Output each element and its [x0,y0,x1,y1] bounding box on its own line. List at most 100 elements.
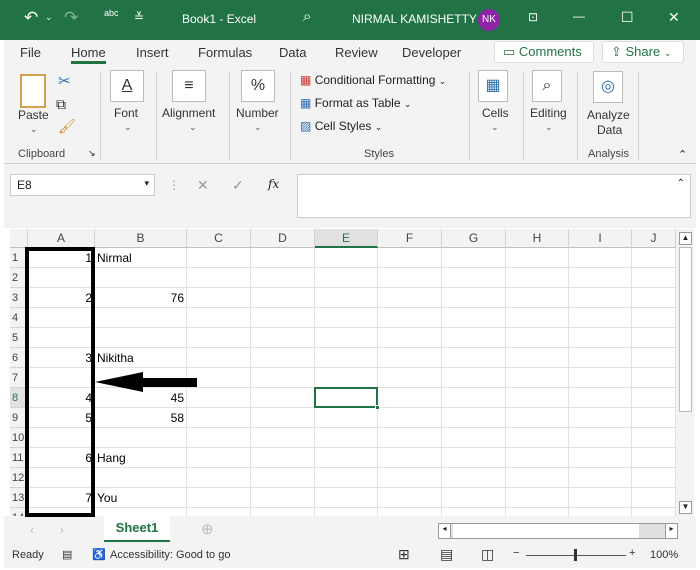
spelling-icon[interactable]: abc [104,8,119,18]
copy-icon[interactable]: ⧉ [56,96,66,113]
format-as-table-button[interactable]: ▦ Format as Table ⌄ [300,96,411,110]
cell-styles-label: Cell Styles [314,119,372,133]
cell-b3[interactable]: 76 [95,288,184,308]
accessibility-status[interactable]: Accessibility: Good to go [110,549,230,561]
scroll-up-icon[interactable]: ▲ [679,232,692,245]
column-header-e[interactable]: E [315,229,378,248]
cut-icon[interactable]: ✂ [58,72,71,90]
number-button[interactable]: Number [236,106,279,120]
cell-b6[interactable]: Nikitha [97,348,134,368]
cell-b11[interactable]: Hang [97,448,126,468]
dialog-launcher-icon[interactable]: ↘ [88,148,96,159]
fill-handle[interactable] [375,405,380,410]
share-button[interactable]: ⇪ Share ⌄ [602,41,684,63]
zoom-out-icon[interactable]: − [513,547,519,559]
title-bar: ↶ ⌄ ↷ abc ≚ Book1 - Excel ⌕ NIRMAL KAMIS… [0,0,700,40]
page-break-preview-icon[interactable]: ◫ [481,546,494,563]
column-header-b[interactable]: B [95,229,187,248]
macro-recording-icon[interactable]: ▤ [62,548,72,561]
column-header-g[interactable]: G [442,229,506,248]
column-header-c[interactable]: C [187,229,251,248]
alignment-button[interactable]: Alignment [162,106,215,120]
column-header-f[interactable]: F [378,229,442,248]
customize-qat-icon[interactable]: ≚ [134,10,144,24]
chevron-down-icon[interactable]: ▾ [144,178,149,189]
prev-sheet-icon[interactable]: ‹ [30,523,34,537]
redo-icon[interactable]: ↷ [64,8,78,28]
normal-view-icon[interactable]: ⊞ [398,546,410,563]
tab-insert[interactable]: Insert [136,45,169,60]
add-sheet-icon[interactable]: ⊕ [201,520,214,538]
font-button[interactable]: Font [114,106,138,120]
ribbon-display-icon[interactable]: ⊡ [528,10,538,24]
column-header-h[interactable]: H [506,229,569,248]
chevron-down-icon: ⌄ [254,122,262,132]
column-header-j[interactable]: J [632,229,676,248]
selected-cell-e8[interactable] [314,387,378,408]
collapse-ribbon-icon[interactable]: ⌃ [678,148,687,161]
cells-button[interactable]: Cells [482,106,509,120]
column-header-a[interactable]: A [28,229,95,248]
format-as-table-label: Format as Table [314,96,401,110]
horizontal-scroll-thumb[interactable] [453,524,639,538]
analyze-data-icon: ◎ [593,71,623,103]
cancel-icon[interactable]: ✕ [197,177,209,194]
horizontal-scrollbar[interactable]: ◂ ▸ [438,523,678,539]
status-ready: Ready [12,549,44,561]
page-layout-icon[interactable]: ▤ [440,546,453,563]
enter-icon[interactable]: ✓ [232,177,244,194]
sheet-tab-sheet1[interactable]: Sheet1 [104,516,170,542]
scroll-left-icon[interactable]: ◂ [439,524,451,538]
group-analysis: Analysis [588,148,629,160]
tab-developer[interactable]: Developer [402,45,461,60]
undo-icon[interactable]: ↶ [24,8,38,28]
name-box[interactable]: E8 ▾ [10,174,155,196]
paste-button[interactable]: Paste [18,108,49,122]
tab-data[interactable]: Data [279,45,306,60]
divider [229,72,230,160]
tab-file[interactable]: File [20,45,41,60]
column-header-d[interactable]: D [251,229,315,248]
zoom-in-icon[interactable]: + [629,547,635,559]
vertical-scrollbar[interactable]: ▲ ▼ [676,229,694,516]
format-painter-icon[interactable]: 🖌 [58,118,76,135]
cell-b1[interactable]: Nirmal [97,248,132,268]
tab-home[interactable]: Home [71,45,106,64]
search-icon[interactable]: ⌕ [303,8,311,25]
alignment-icon: ≡ [172,70,206,102]
maximize-icon[interactable]: ☐ [621,9,634,26]
tab-review[interactable]: Review [335,45,378,60]
cell-b13[interactable]: You [97,488,117,508]
zoom-slider-thumb[interactable] [574,549,577,561]
tab-formulas[interactable]: Formulas [198,45,252,60]
avatar[interactable]: NK [478,9,500,31]
analyze-data-button[interactable]: Analyze [587,108,630,122]
conditional-formatting-label: Conditional Formatting [314,73,436,87]
more-icon: ⋮ [168,178,180,192]
gridline [505,248,506,516]
select-all-corner[interactable] [10,229,28,248]
minimize-icon[interactable]: — [573,9,585,23]
close-icon[interactable]: ✕ [668,9,680,26]
chevron-down-icon[interactable]: ⌄ [30,124,38,135]
comments-button[interactable]: ▭ Comments [494,41,594,63]
cell-styles-button[interactable]: ▨ Cell Styles ⌄ [300,119,382,133]
insert-function-button[interactable]: fx [268,177,279,191]
scroll-down-icon[interactable]: ▼ [679,501,692,514]
column-header-i[interactable]: I [569,229,632,248]
paste-icon [20,74,46,108]
next-sheet-icon[interactable]: › [60,523,64,537]
undo-dropdown-icon[interactable]: ⌄ [45,12,53,23]
divider [156,72,157,160]
zoom-level[interactable]: 100% [650,549,678,561]
editing-button[interactable]: Editing [530,106,567,120]
scroll-right-icon[interactable]: ▸ [665,524,677,538]
vertical-scroll-thumb[interactable] [679,247,692,412]
conditional-formatting-button[interactable]: ▦ Conditional Formatting ⌄ [300,73,446,87]
chevron-down-icon: ⌄ [124,122,132,132]
cell-b9[interactable]: 58 [95,408,184,428]
formula-input[interactable]: ⌃ [297,174,691,218]
expand-formula-icon[interactable]: ⌃ [677,178,685,189]
font-icon: A [110,70,144,102]
chevron-down-icon: ⌄ [438,76,447,86]
